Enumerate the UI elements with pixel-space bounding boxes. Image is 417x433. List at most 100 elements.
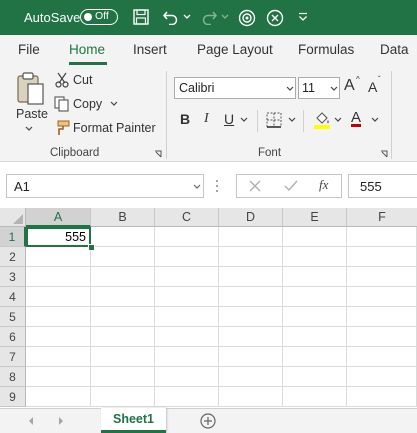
row-header-1[interactable]: 1 <box>0 227 26 247</box>
sheet-tab-sheet1[interactable]: Sheet1 <box>101 408 166 433</box>
row-header-5[interactable]: 5 <box>0 307 26 327</box>
tab-home[interactable]: Home <box>69 42 105 57</box>
column-header-b[interactable]: B <box>91 208 155 227</box>
copy-label[interactable]: Copy <box>73 97 102 111</box>
grid-cell[interactable] <box>347 347 417 367</box>
grid-cell[interactable] <box>91 367 155 387</box>
paste-dropdown-icon[interactable] <box>25 126 33 132</box>
grid-cell[interactable] <box>155 347 219 367</box>
grid-cell[interactable] <box>155 267 219 287</box>
redo-dropdown-icon[interactable] <box>221 14 229 20</box>
grid-cell[interactable] <box>26 387 91 407</box>
grid-cell[interactable] <box>283 387 347 407</box>
grid-cell[interactable] <box>91 287 155 307</box>
column-header-c[interactable]: C <box>155 208 219 227</box>
grid-cell[interactable] <box>26 367 91 387</box>
clipboard-launcher-icon[interactable] <box>154 150 162 158</box>
grid-cell[interactable] <box>347 227 417 247</box>
column-header-a[interactable]: A <box>26 208 91 227</box>
cancel-icon[interactable] <box>249 180 261 192</box>
grid-cell[interactable] <box>219 367 283 387</box>
autosave-toggle[interactable]: Off <box>80 9 118 25</box>
insert-function-button[interactable]: fx <box>319 177 328 193</box>
name-box[interactable]: A1 <box>6 174 204 198</box>
row-header-7[interactable]: 7 <box>0 347 26 367</box>
tab-insert[interactable]: Insert <box>133 42 167 57</box>
format-painter-icon[interactable] <box>54 120 70 136</box>
name-box-dropdown-icon[interactable] <box>193 184 201 190</box>
grid-cell[interactable] <box>26 307 91 327</box>
grid-cell[interactable] <box>219 307 283 327</box>
grid-cell[interactable] <box>155 247 219 267</box>
grid-cell[interactable] <box>91 247 155 267</box>
grid-cell[interactable] <box>91 227 155 247</box>
grid-cell[interactable] <box>347 327 417 347</box>
fill-color-icon[interactable] <box>313 110 331 130</box>
grid-cell[interactable] <box>347 267 417 287</box>
font-launcher-icon[interactable] <box>380 150 388 158</box>
fill-color-dropdown-icon[interactable] <box>334 117 342 123</box>
grid-cell[interactable] <box>26 267 91 287</box>
grid-cell[interactable] <box>283 327 347 347</box>
row-header-9[interactable]: 9 <box>0 387 26 407</box>
row-header-4[interactable]: 4 <box>0 287 26 307</box>
grid-cell[interactable] <box>91 347 155 367</box>
cut-icon[interactable] <box>55 72 69 88</box>
row-header-3[interactable]: 3 <box>0 267 26 287</box>
grid-cell[interactable] <box>219 247 283 267</box>
copy-icon[interactable] <box>54 96 70 112</box>
grid-cell[interactable] <box>219 327 283 347</box>
column-header-d[interactable]: D <box>219 208 283 227</box>
enter-icon[interactable] <box>284 180 298 192</box>
italic-button[interactable]: I <box>204 111 209 127</box>
grid-cell[interactable] <box>283 347 347 367</box>
formula-bar-grip-icon[interactable] <box>215 178 219 194</box>
grid-cell[interactable] <box>219 227 283 247</box>
grid-cell[interactable] <box>26 247 91 267</box>
bold-button[interactable]: B <box>180 111 190 127</box>
tab-file[interactable]: File <box>18 42 40 57</box>
grid-cell[interactable] <box>283 287 347 307</box>
cut-label[interactable]: Cut <box>73 73 92 87</box>
grid-cell[interactable] <box>347 387 417 407</box>
touch-mode-icon[interactable] <box>238 9 256 27</box>
grid-cell[interactable] <box>347 247 417 267</box>
row-header-8[interactable]: 8 <box>0 367 26 387</box>
grid-cell[interactable] <box>26 347 91 367</box>
grid-cell[interactable] <box>347 367 417 387</box>
grid-cell[interactable] <box>26 287 91 307</box>
format-painter-label[interactable]: Format Painter <box>73 121 156 135</box>
grid-cell[interactable] <box>283 307 347 327</box>
grid-cell[interactable] <box>91 387 155 407</box>
font-name-dropdown-icon[interactable] <box>286 86 294 92</box>
grid-cell[interactable] <box>219 287 283 307</box>
grid-cell[interactable] <box>91 327 155 347</box>
borders-dropdown-icon[interactable] <box>288 117 296 123</box>
grid-cell[interactable] <box>26 327 91 347</box>
borders-icon[interactable] <box>266 112 282 128</box>
tab-formulas[interactable]: Formulas <box>298 42 354 57</box>
grid-cell[interactable] <box>155 287 219 307</box>
decrease-font-size-button[interactable]: A <box>368 79 377 95</box>
font-color-dropdown-icon[interactable] <box>371 117 379 123</box>
grid-cell[interactable] <box>155 367 219 387</box>
copy-dropdown-icon[interactable] <box>110 101 118 107</box>
font-color-button[interactable]: A <box>351 109 361 126</box>
font-name-box[interactable]: Calibri <box>174 77 296 99</box>
grid-cell[interactable] <box>155 227 219 247</box>
column-header-f[interactable]: F <box>347 208 417 227</box>
grid-cell[interactable] <box>91 267 155 287</box>
grid-cell[interactable] <box>283 367 347 387</box>
grid-cell[interactable] <box>283 227 347 247</box>
increase-font-size-button[interactable]: A <box>344 77 355 95</box>
scroll-sheets-right-icon[interactable] <box>58 417 64 425</box>
cell-a1[interactable]: 555 <box>26 227 91 247</box>
undo-dropdown-icon[interactable] <box>183 14 191 20</box>
grid-cell[interactable] <box>219 387 283 407</box>
paste-label[interactable]: Paste <box>16 107 48 121</box>
font-size-box[interactable]: 11 <box>298 77 340 99</box>
grid-cell[interactable] <box>219 347 283 367</box>
grid-cell[interactable] <box>155 327 219 347</box>
grid-cell[interactable] <box>91 307 155 327</box>
grid-cell[interactable] <box>155 307 219 327</box>
